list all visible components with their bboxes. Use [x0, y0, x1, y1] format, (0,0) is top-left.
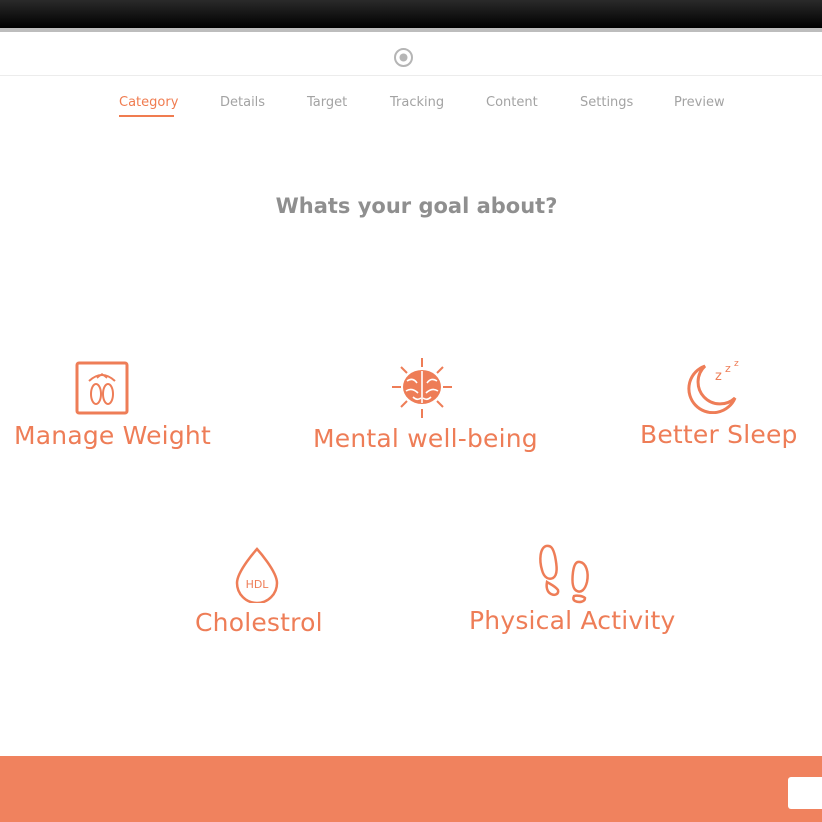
next-button[interactable] — [788, 777, 822, 809]
hdl-drop-icon: HDL — [235, 547, 279, 603]
active-tab-indicator — [119, 115, 174, 117]
goal-label: Better Sleep — [640, 420, 798, 449]
goal-better-sleep[interactable]: z z z Better Sleep — [620, 350, 810, 455]
brain-icon — [392, 358, 452, 418]
goal-label: Manage Weight — [14, 421, 211, 450]
footer-bar — [0, 756, 822, 822]
goal-label: Cholestrol — [195, 608, 323, 637]
svg-text:z: z — [715, 369, 722, 384]
goal-physical-activity[interactable]: Physical Activity — [460, 538, 680, 643]
header-divider — [0, 75, 822, 76]
goal-label: Physical Activity — [469, 606, 676, 635]
tab-details[interactable]: Details — [220, 95, 265, 110]
svg-text:HDL: HDL — [246, 578, 270, 591]
svg-text:z: z — [734, 359, 739, 369]
goal-mental-wellbeing[interactable]: Mental well-being — [300, 350, 550, 460]
record-icon[interactable] — [393, 47, 414, 68]
scale-icon — [75, 361, 129, 415]
page-question: Whats your goal about? — [275, 194, 558, 218]
tab-settings[interactable]: Settings — [580, 95, 633, 110]
tab-target[interactable]: Target — [307, 95, 347, 110]
tab-category[interactable]: Category — [119, 95, 178, 110]
goal-label: Mental well-being — [313, 424, 538, 453]
footprints-icon — [539, 544, 589, 604]
goal-manage-weight[interactable]: Manage Weight — [0, 355, 220, 455]
tab-content[interactable]: Content — [486, 95, 538, 110]
top-divider — [0, 28, 822, 32]
moon-sleep-icon: z z z — [687, 359, 739, 414]
browser-top-bar — [0, 0, 822, 28]
svg-text:z: z — [725, 362, 731, 375]
goal-cholestrol[interactable]: HDL Cholestrol — [185, 540, 335, 645]
tab-tracking[interactable]: Tracking — [390, 95, 444, 110]
tab-preview[interactable]: Preview — [674, 95, 725, 110]
